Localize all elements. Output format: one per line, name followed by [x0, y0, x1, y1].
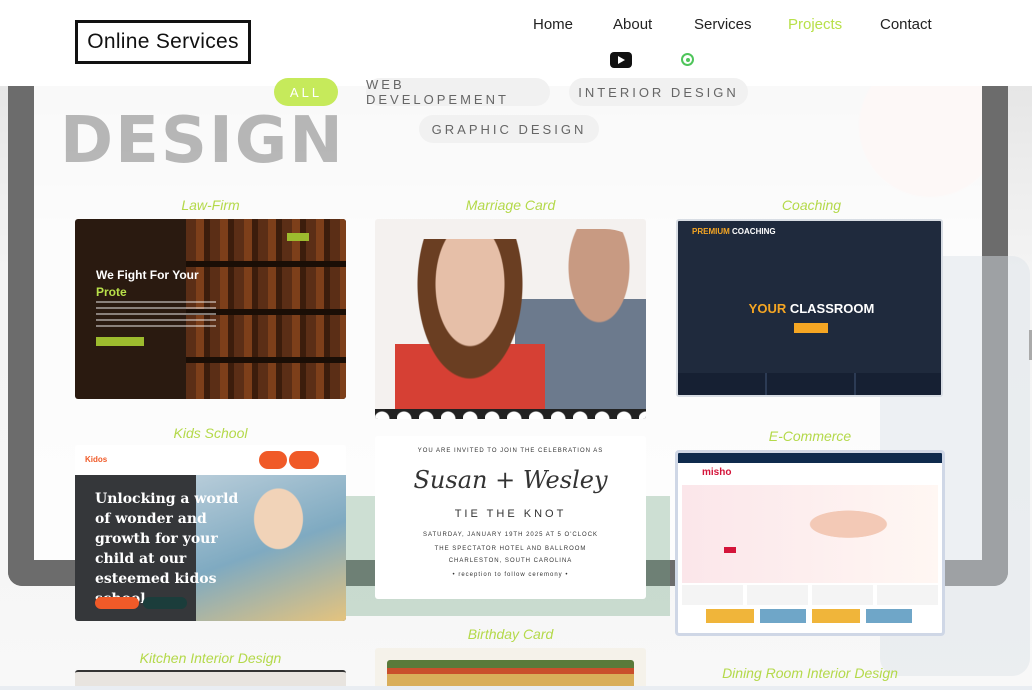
law-paragraph [96, 301, 216, 331]
nav-contact[interactable]: Contact [880, 16, 932, 33]
caption-e-commerce: E-Commerce [768, 428, 852, 444]
caption-marriage-card: Marriage Card [465, 197, 556, 213]
project-card-birthday-invite[interactable]: YOU ARE INVITED TO JOIN THE CELEBRATION … [375, 436, 646, 599]
coaching-brand-coaching: COACHING [732, 227, 776, 236]
caption-law-firm: Law-Firm [181, 197, 240, 213]
caption-dining-room: Dining Room Interior Design [722, 665, 898, 681]
law-headline: We Fight For Your Prote [96, 267, 199, 301]
invite-names: Susan + Wesley [413, 466, 608, 494]
project-card-birthday[interactable] [375, 648, 646, 690]
nav-home[interactable]: Home [533, 16, 573, 33]
law-cta-mini [287, 233, 309, 241]
invite-city: CHARLESTON, SOUTH CAROLINA [448, 558, 573, 564]
coaching-headline: YOUR CLASSROOM [678, 301, 941, 316]
coaching-brand-premium: PREMIUM [692, 227, 730, 236]
kids-logo: Kidos [85, 455, 108, 464]
filter-all[interactable]: ALL [274, 78, 338, 106]
coaching-headline-classroom: CLASSROOM [789, 301, 875, 316]
law-headline-line-1: We Fight For Your [96, 268, 199, 282]
filter-web-development[interactable]: WEB DEVELOPEMENT [366, 77, 550, 107]
project-card-kids-school[interactable]: Kidos Unlocking a world of wonder and gr… [75, 445, 346, 621]
kids-hero-text: Unlocking a world of wonder and growth f… [95, 491, 239, 607]
kids-button-2 [143, 597, 187, 609]
ecom-logo: misho [702, 467, 732, 478]
project-card-e-commerce[interactable]: misho [675, 450, 945, 636]
ecom-banner [682, 485, 938, 583]
invite-title: TIE THE KNOT [454, 508, 567, 520]
ecom-feature-1 [682, 585, 743, 605]
coaching-feature-1 [678, 373, 767, 395]
project-card-marriage[interactable] [375, 219, 646, 419]
nav-about[interactable]: About [613, 16, 652, 33]
site-logo[interactable]: Online Services [75, 20, 251, 64]
caption-kitchen-interior: Kitchen Interior Design [139, 650, 282, 666]
youtube-icon[interactable] [610, 52, 632, 68]
ecom-badge [724, 547, 736, 553]
project-card-law-firm[interactable]: We Fight For Your Prote [75, 219, 346, 399]
invite-venue: THE SPECTATOR HOTEL AND BALLROOM [434, 546, 587, 552]
caption-coaching: Coaching [781, 197, 842, 213]
invite-date: SATURDAY, JANUARY 19TH 2025 AT 5 O'CLOCK [422, 532, 599, 538]
bottom-strip [0, 686, 1032, 690]
caption-kids-school: Kids School [173, 425, 248, 441]
project-card-coaching[interactable]: PREMIUM COACHING YOUR CLASSROOM [676, 219, 943, 397]
coaching-feature-3 [856, 373, 941, 395]
site-header: Online Services Home About Services Proj… [0, 0, 1032, 86]
filter-interior-design[interactable]: INTERIOR DESIGN [569, 78, 748, 106]
kids-nav-button-2 [289, 451, 319, 469]
ecom-features [682, 585, 938, 605]
law-headline-line-2: Prote [96, 285, 127, 299]
ecom-products [706, 609, 916, 623]
kids-nav-button-1 [259, 451, 287, 469]
ecom-feature-2 [747, 585, 808, 605]
woman-figure [395, 239, 545, 419]
invite-reception: • reception to follow ceremony • [452, 572, 569, 578]
coaching-feature-bar [678, 373, 941, 395]
law-button [96, 337, 144, 346]
filter-graphic-design[interactable]: GRAPHIC DESIGN [419, 115, 599, 143]
coaching-headline-your: YOUR [748, 301, 787, 316]
kids-button-1 [95, 597, 139, 609]
ecom-top-bar [678, 453, 942, 463]
nav-projects[interactable]: Projects [788, 16, 842, 33]
coaching-feature-2 [767, 373, 856, 395]
coaching-button [794, 323, 828, 333]
caption-birthday-card: Birthday Card [467, 626, 554, 642]
ecom-feature-4 [877, 585, 938, 605]
coaching-brand: PREMIUM COACHING [692, 227, 776, 236]
invite-intro: YOU ARE INVITED TO JOIN THE CELEBRATION … [417, 448, 604, 454]
whatsapp-icon[interactable] [681, 53, 694, 66]
ecom-feature-3 [812, 585, 873, 605]
scalloped-edge [375, 409, 646, 419]
nav-services[interactable]: Services [694, 16, 752, 33]
